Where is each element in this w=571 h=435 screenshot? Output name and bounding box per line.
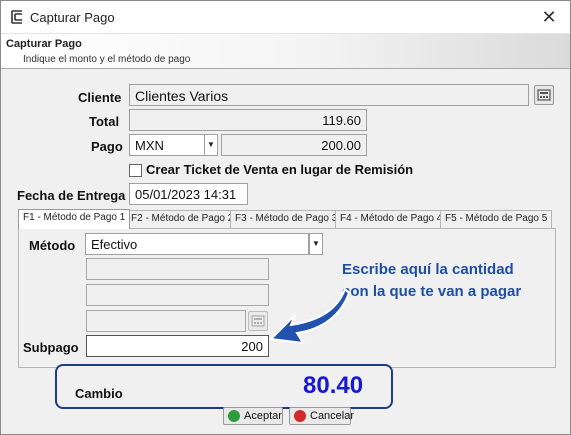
- fecha-entrega-field[interactable]: 05/01/2023 14:31: [129, 183, 248, 205]
- tab-metodo-pago-4[interactable]: F4 - Método de Pago 4: [335, 210, 448, 228]
- pago-amount-field[interactable]: 200.00: [221, 134, 367, 156]
- cancel-button-label: Cancelar: [310, 410, 355, 422]
- curved-arrow-icon: [268, 287, 351, 345]
- metodo-select[interactable]: Efectivo: [85, 233, 309, 255]
- subpago-label: Subpago: [23, 340, 79, 355]
- crear-ticket-label: Crear Ticket de Venta en lugar de Remisi…: [146, 162, 414, 177]
- close-button[interactable]: ✕: [536, 5, 562, 29]
- accept-button-label: Aceptar: [244, 410, 282, 422]
- pago-label: Pago: [91, 139, 123, 154]
- payment-detail-field-3[interactable]: [86, 310, 246, 332]
- calculator-icon: [537, 89, 551, 101]
- cambio-value: 80.40: [303, 372, 364, 399]
- annotation-line-2: con la que te van a pagar: [342, 283, 522, 300]
- window-icon: [11, 10, 22, 24]
- header-subtitle: Indique el monto y el método de pago: [23, 54, 191, 65]
- cambio-label: Cambio: [75, 386, 123, 401]
- annotation-text: Escribe aquí la cantidad con la que te v…: [342, 259, 542, 303]
- header-title: Capturar Pago: [6, 38, 82, 50]
- metodo-label: Método: [29, 238, 76, 253]
- crear-ticket-checkbox[interactable]: [129, 164, 142, 177]
- currency-dropdown-arrow[interactable]: ▼: [204, 134, 218, 156]
- total-label: Total: [89, 114, 120, 129]
- tab-metodo-pago-2[interactable]: F2 - Método de Pago 2: [126, 210, 239, 228]
- check-icon: [228, 410, 240, 422]
- cancel-button[interactable]: Cancelar: [289, 407, 355, 425]
- capturar-pago-dialog: Capturar Pago ✕ Capturar Pago Indique el…: [0, 0, 571, 435]
- tab-metodo-pago-3[interactable]: F3 - Método de Pago 3: [230, 210, 343, 228]
- annotation-line-1: Escribe aquí la cantidad: [342, 261, 514, 278]
- cliente-label: Cliente: [78, 90, 122, 105]
- payment-detail-field-2[interactable]: [86, 284, 269, 306]
- calculator-button[interactable]: [534, 85, 554, 105]
- fecha-entrega-label: Fecha de Entrega: [17, 188, 126, 203]
- subpago-input[interactable]: 200: [86, 335, 269, 357]
- currency-select[interactable]: MXN: [129, 134, 206, 156]
- metodo-dropdown-arrow[interactable]: ▼: [309, 233, 323, 255]
- panel-calculator-button[interactable]: [248, 311, 268, 331]
- window-title: Capturar Pago: [30, 10, 115, 25]
- tab-metodo-pago-5[interactable]: F5 - Método de Pago 5: [440, 210, 553, 228]
- tab-metodo-pago-1[interactable]: F1 - Método de Pago 1: [18, 209, 131, 229]
- cancel-icon: [294, 410, 306, 422]
- dialog-header: Capturar Pago Indique el monto y el méto…: [1, 34, 570, 69]
- cambio-box: Cambio 80.40: [55, 364, 393, 409]
- title-bar: Capturar Pago ✕: [1, 1, 570, 34]
- calculator-icon: [251, 315, 265, 327]
- cliente-field[interactable]: Clientes Varios: [129, 84, 529, 106]
- payment-detail-field-1[interactable]: [86, 258, 269, 280]
- total-field: 119.60: [129, 109, 367, 131]
- accept-button[interactable]: Aceptar: [223, 407, 283, 425]
